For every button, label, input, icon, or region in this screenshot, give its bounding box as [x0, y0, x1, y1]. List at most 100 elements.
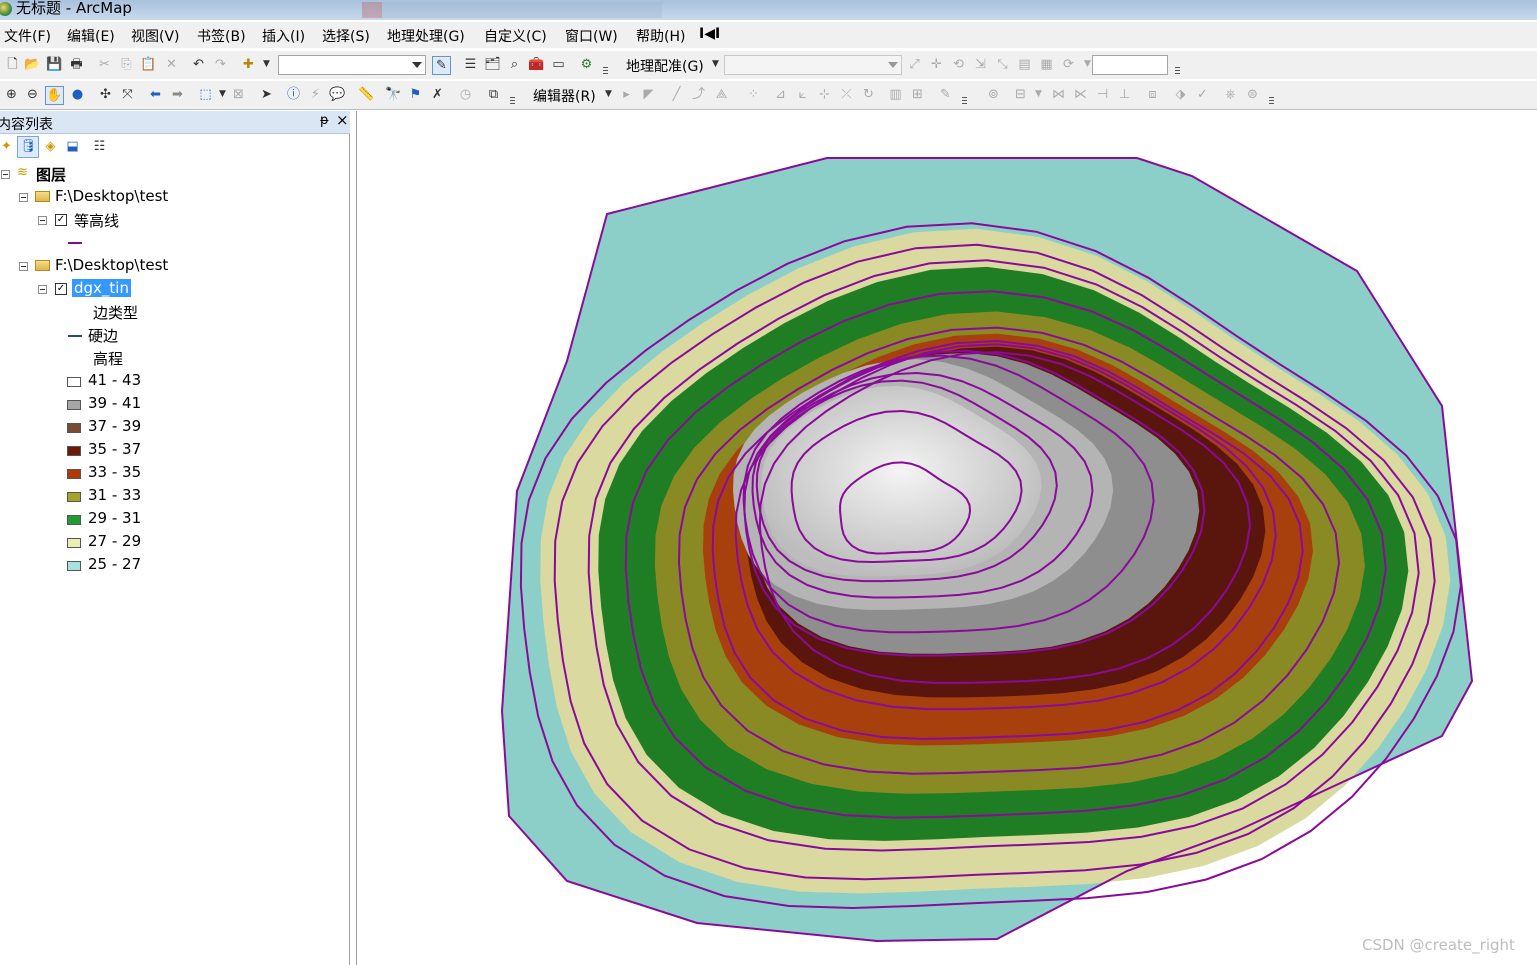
- search-window-icon[interactable]: ⌕: [506, 56, 523, 73]
- identify-icon[interactable]: ⓘ: [285, 86, 302, 103]
- point-icon[interactable]: ⁘: [745, 86, 762, 103]
- select-features-icon[interactable]: ⬚: [197, 86, 214, 103]
- add-data-icon[interactable]: ✚: [240, 56, 257, 73]
- zoom-out-icon[interactable]: ⊖: [24, 86, 41, 103]
- end-point-arc-icon[interactable]: ⤴: [690, 86, 707, 103]
- tin-contour-map[interactable]: [357, 111, 1537, 965]
- layer-name-selected[interactable]: dgx_tin: [72, 279, 131, 297]
- fix-topology-error-icon[interactable]: ⬗: [1172, 86, 1189, 103]
- edit-annotation-icon[interactable]: ◤: [640, 86, 657, 103]
- toolbar-grip-end[interactable]: [1175, 67, 1180, 76]
- fixed-zoom-out-icon[interactable]: ⤧: [119, 86, 136, 103]
- select-features-dropdown-icon[interactable]: ▼: [214, 86, 231, 103]
- legend-swatch[interactable]: [67, 423, 81, 433]
- catalog-icon[interactable]: 🗂: [484, 56, 501, 73]
- map-topology-icon[interactable]: ⊟: [1012, 86, 1029, 103]
- create-viewer-window-icon[interactable]: ⧉: [485, 86, 502, 103]
- toolbar-grip-4[interactable]: [1269, 97, 1274, 106]
- edit-vertices-icon[interactable]: ⊿: [772, 86, 789, 103]
- back-extent-icon[interactable]: ⬅: [147, 86, 164, 103]
- python-window-icon[interactable]: ▭: [550, 56, 567, 73]
- map-display[interactable]: [356, 111, 1537, 965]
- menu-windows[interactable]: 窗口(W): [565, 26, 618, 46]
- go-to-xy-icon[interactable]: ✗: [429, 86, 446, 103]
- legend-swatch[interactable]: [67, 377, 81, 387]
- workspace-path[interactable]: F:\Desktop\test: [55, 256, 168, 274]
- measure-icon[interactable]: 📏: [358, 86, 375, 103]
- straight-segment-icon[interactable]: ╱: [668, 86, 685, 103]
- align-edge-icon[interactable]: ⊣: [1094, 86, 1111, 103]
- new-document-icon[interactable]: 🗋: [4, 56, 21, 73]
- cut-polygons-icon[interactable]: ⊹: [816, 86, 833, 103]
- workspace-path[interactable]: F:\Desktop\test: [55, 187, 168, 205]
- show-shared-features-icon[interactable]: ⋉: [1072, 86, 1089, 103]
- topology-rules-icon[interactable]: ⎈: [1222, 86, 1239, 103]
- time-slider-icon[interactable]: ◷: [457, 86, 474, 103]
- pan-icon[interactable]: ✋: [45, 86, 64, 105]
- editor-menu[interactable]: 编辑器(R): [533, 86, 596, 106]
- fixed-zoom-in-icon[interactable]: ✣: [97, 86, 114, 103]
- toolbar-grip-3[interactable]: [962, 97, 967, 106]
- fit-to-display-icon[interactable]: ⤢: [906, 56, 923, 73]
- print-icon[interactable]: 🖶: [68, 56, 85, 73]
- legend-swatch[interactable]: [67, 492, 81, 502]
- layer-name[interactable]: 等高线: [74, 210, 119, 231]
- expand-collapse-icon[interactable]: [19, 262, 28, 271]
- split-icon[interactable]: ⤫: [838, 86, 855, 103]
- model-builder-icon[interactable]: ⚙: [578, 56, 595, 73]
- arctoolbox-icon[interactable]: 🧰: [528, 56, 545, 73]
- find-icon[interactable]: 🔭: [385, 86, 402, 103]
- scale-combo[interactable]: [278, 55, 426, 75]
- options-icon[interactable]: ☷: [91, 138, 108, 155]
- legend-swatch[interactable]: [67, 446, 81, 456]
- georef-layer-combo[interactable]: [724, 55, 902, 75]
- error-inspector-icon[interactable]: ✓: [1194, 86, 1211, 103]
- toolbar-grip-2[interactable]: [510, 97, 515, 106]
- editor-toolbar-toggle-icon[interactable]: ✎: [432, 56, 451, 75]
- hyperlink-icon[interactable]: ⚡: [307, 86, 324, 103]
- menu-customize[interactable]: 自定义(C): [484, 26, 547, 46]
- list-by-selection-icon[interactable]: ⬓: [64, 138, 81, 155]
- paste-icon[interactable]: 📋: [140, 56, 157, 73]
- validate-topology-icon[interactable]: ⧈: [1144, 86, 1161, 103]
- pin-icon[interactable]: ᵽ: [320, 113, 329, 128]
- redo-icon[interactable]: ↷: [212, 56, 229, 73]
- menu-geoprocessing[interactable]: 地理处理(G): [387, 26, 465, 46]
- toolbar-grip-icon[interactable]: I◀I: [699, 26, 720, 42]
- attributes-icon[interactable]: ▥: [887, 86, 904, 103]
- add-data-dropdown-icon[interactable]: ▼: [258, 56, 275, 73]
- open-icon[interactable]: 📂: [24, 56, 41, 73]
- legend-swatch[interactable]: [67, 469, 81, 479]
- find-route-icon[interactable]: ⚑: [407, 86, 424, 103]
- layer-visibility-checkbox[interactable]: ✓: [55, 283, 67, 295]
- georeferencing-menu[interactable]: 地理配准(G): [626, 56, 704, 76]
- topology-edit-icon[interactable]: ⋈: [1050, 86, 1067, 103]
- menu-selection[interactable]: 选择(S): [322, 26, 370, 46]
- sketch-properties-icon[interactable]: ⊞: [909, 86, 926, 103]
- trace-icon[interactable]: ⟁: [713, 86, 730, 103]
- expand-collapse-icon[interactable]: [38, 285, 47, 294]
- shift-icon[interactable]: ⇲: [972, 56, 989, 73]
- topology-settings-icon[interactable]: ⊜: [1244, 86, 1261, 103]
- add-control-points-icon[interactable]: ✛: [928, 56, 945, 73]
- close-icon[interactable]: ×: [336, 111, 349, 129]
- menu-help[interactable]: 帮助(H): [636, 26, 685, 46]
- link-table-icon[interactable]: ▦: [1038, 56, 1055, 73]
- layer-visibility-checkbox[interactable]: ✓: [55, 214, 67, 226]
- undo-icon[interactable]: ↶: [190, 56, 207, 73]
- list-by-visibility-icon[interactable]: ◈: [42, 138, 59, 155]
- flip-icon[interactable]: ⟳: [1060, 56, 1077, 73]
- edit-tool-icon[interactable]: ▸: [618, 86, 635, 103]
- select-elements-icon[interactable]: ➤: [258, 86, 275, 103]
- expand-collapse-icon[interactable]: [38, 216, 47, 225]
- georeferencing-dropdown-icon[interactable]: ▼: [707, 56, 724, 73]
- topology-icon[interactable]: ⊚: [985, 86, 1002, 103]
- topology-dropdown-icon[interactable]: ▼: [1030, 86, 1047, 103]
- create-features-icon[interactable]: ✎: [937, 86, 954, 103]
- delete-icon[interactable]: ✕: [163, 56, 180, 73]
- reshape-icon[interactable]: ⟀: [794, 86, 811, 103]
- copy-icon[interactable]: ⎘: [118, 56, 135, 73]
- editor-dropdown-icon[interactable]: ▼: [600, 86, 617, 103]
- legend-swatch[interactable]: [67, 400, 81, 410]
- menu-edit[interactable]: 编辑(E): [67, 26, 115, 46]
